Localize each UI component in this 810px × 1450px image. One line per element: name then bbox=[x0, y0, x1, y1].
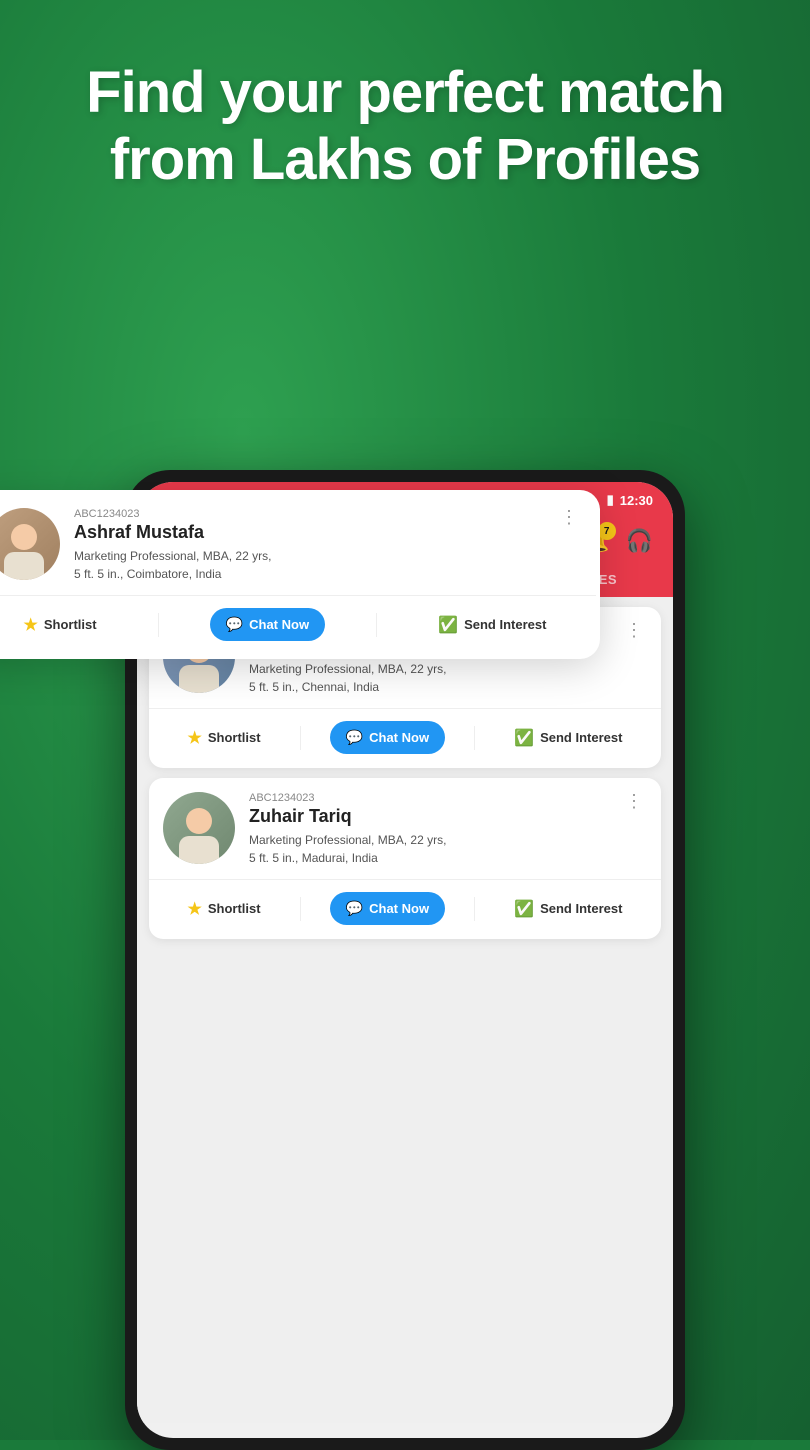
card-actions-3: ★ Shortlist 💬 Chat Now ✅ Send Interest bbox=[163, 892, 647, 925]
shortlist-button-1[interactable]: ★ Shortlist bbox=[178, 722, 271, 754]
card-top-3: ABC1234023 Zuhair Tariq Marketing Profes… bbox=[163, 792, 647, 867]
action-divider-3a bbox=[300, 897, 301, 921]
profile-details-3: Marketing Professional, MBA, 22 yrs, 5 f… bbox=[249, 831, 607, 867]
floating-profile-card-2: ABC1234023 Ashraf Mustafa Marketing Prof… bbox=[0, 490, 600, 659]
avatar-person-3 bbox=[177, 804, 221, 864]
avatar-head-2 bbox=[11, 524, 37, 550]
profile-id-3: ABC1234023 bbox=[249, 792, 607, 804]
floating-chat-now-button[interactable]: 💬 Chat Now bbox=[210, 608, 325, 641]
floating-send-interest-button[interactable]: ✅ Send Interest bbox=[428, 609, 556, 641]
action-divider-1a bbox=[300, 726, 301, 750]
avatar-person-2 bbox=[2, 520, 46, 580]
profile-details-1: Marketing Professional, MBA, 22 yrs, 5 f… bbox=[249, 660, 607, 696]
battery-icon: ▮ bbox=[607, 492, 614, 508]
profile-name-3: Zuhair Tariq bbox=[249, 806, 607, 827]
notification-badge: 7 bbox=[598, 522, 616, 540]
action-divider-1b bbox=[474, 726, 475, 750]
star-icon-1: ★ bbox=[188, 728, 202, 748]
time-display: 12:30 bbox=[620, 493, 653, 508]
floating-action-divider-a bbox=[158, 613, 159, 637]
send-interest-button-1[interactable]: ✅ Send Interest bbox=[504, 722, 632, 754]
star-icon-3: ★ bbox=[188, 899, 202, 919]
more-options-3[interactable]: ⋮ bbox=[621, 792, 647, 810]
card-divider-1 bbox=[149, 708, 661, 709]
floating-card-top: ABC1234023 Ashraf Mustafa Marketing Prof… bbox=[0, 508, 582, 583]
chat-now-button-3[interactable]: 💬 Chat Now bbox=[330, 892, 445, 925]
avatar-body-2 bbox=[4, 552, 44, 580]
floating-card-actions: ★ Shortlist 💬 Chat Now ✅ Send Interest bbox=[0, 608, 582, 641]
floating-more-options[interactable]: ⋮ bbox=[556, 508, 582, 526]
chat-icon-3: 💬 bbox=[346, 900, 363, 917]
more-options-1[interactable]: ⋮ bbox=[621, 621, 647, 639]
floating-card-divider bbox=[0, 595, 596, 596]
shortlist-button-3[interactable]: ★ Shortlist bbox=[178, 893, 271, 925]
profiles-area: ABC1234023 Mahfooz Abbas Marketing Profe… bbox=[137, 597, 673, 1423]
check-icon-1: ✅ bbox=[514, 728, 534, 748]
chat-now-button-1[interactable]: 💬 Chat Now bbox=[330, 721, 445, 754]
avatar-body-3 bbox=[179, 836, 219, 864]
floating-shortlist-button[interactable]: ★ Shortlist bbox=[14, 609, 107, 641]
check-icon-3: ✅ bbox=[514, 899, 534, 919]
card-info-3: ABC1234023 Zuhair Tariq Marketing Profes… bbox=[249, 792, 607, 867]
hero-section: Find your perfect match from Lakhs of Pr… bbox=[0, 60, 810, 193]
floating-profile-name: Ashraf Mustafa bbox=[74, 522, 542, 543]
avatar-3 bbox=[163, 792, 235, 864]
floating-star-icon: ★ bbox=[24, 615, 38, 635]
floating-profile-id: ABC1234023 bbox=[74, 508, 542, 520]
profile-card-3: ABC1234023 Zuhair Tariq Marketing Profes… bbox=[149, 778, 661, 939]
card-actions-1: ★ Shortlist 💬 Chat Now ✅ Send Interest bbox=[163, 721, 647, 754]
floating-profile-details: Marketing Professional, MBA, 22 yrs, 5 f… bbox=[74, 547, 542, 583]
floating-chat-icon: 💬 bbox=[226, 616, 243, 633]
floating-card-info: ABC1234023 Ashraf Mustafa Marketing Prof… bbox=[74, 508, 542, 583]
action-divider-3b bbox=[474, 897, 475, 921]
card-divider-3 bbox=[149, 879, 661, 880]
floating-action-divider-b bbox=[376, 613, 377, 637]
send-interest-button-3[interactable]: ✅ Send Interest bbox=[504, 893, 632, 925]
avatar-head-3 bbox=[186, 808, 212, 834]
hero-title: Find your perfect match from Lakhs of Pr… bbox=[40, 60, 770, 193]
headset-icon[interactable]: 🎧 bbox=[626, 528, 653, 554]
floating-check-icon: ✅ bbox=[438, 615, 458, 635]
avatar-2 bbox=[0, 508, 60, 580]
chat-icon-1: 💬 bbox=[346, 729, 363, 746]
avatar-body-1 bbox=[179, 665, 219, 693]
